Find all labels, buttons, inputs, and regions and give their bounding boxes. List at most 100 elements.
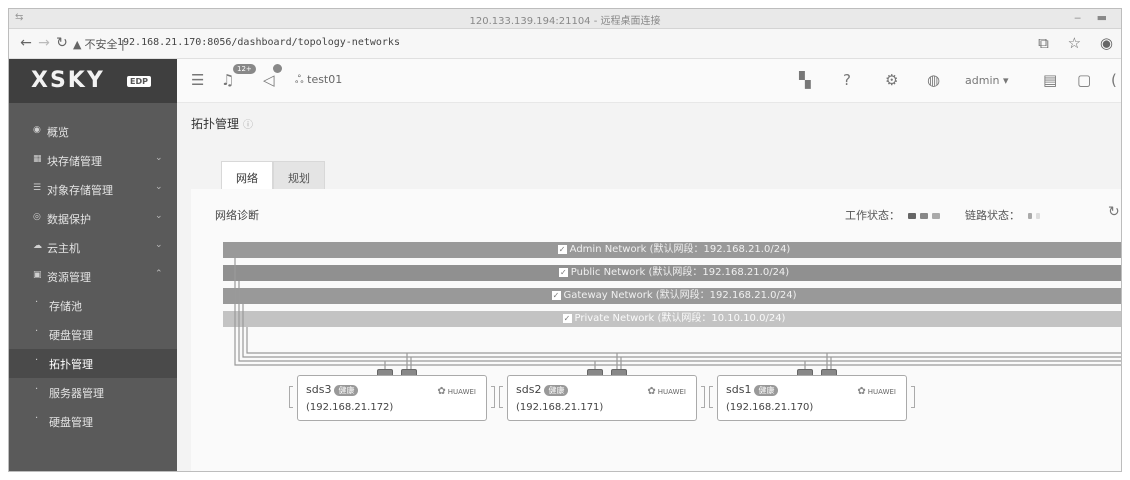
server-node-sds1[interactable]: sds1 健康 (192.168.21.170) ✿ HUAWEI [709, 375, 915, 421]
sidebar-item-label: 对象存储管理 [47, 184, 113, 197]
security-label: 不安全 [84, 38, 118, 51]
object-storage-icon: ☰ [33, 183, 42, 193]
bullet-icon: · [35, 384, 39, 395]
vendor-logo: ✿ HUAWEI [647, 386, 686, 397]
sidebar-item-storage-pool[interactable]: · 存储池 [9, 291, 177, 320]
sidebar-item-data-protection[interactable]: ◎ 数据保护 ⌄ [9, 204, 177, 233]
node-name-text: sds1 [726, 383, 752, 396]
bullet-icon: · [35, 355, 39, 366]
help-icon[interactable]: ? [843, 71, 851, 89]
user-icon: ஃ [295, 73, 308, 86]
node-bracket [491, 386, 495, 408]
admin-menu[interactable]: admin ▾ [965, 74, 1009, 87]
user-label: test01 [307, 73, 343, 86]
logo-badge: EDP [127, 76, 151, 87]
sidebar-item-label: 拓扑管理 [49, 358, 93, 371]
bell-icon[interactable]: ♫ [221, 71, 234, 89]
browser-toolbar: ← → ↻ ▲ 不安全 | 192.168.21.170:8056/dashboa… [9, 29, 1121, 59]
export-icon[interactable]: ▢ [1077, 71, 1091, 89]
bullet-icon: · [35, 413, 39, 424]
speaker-badge [273, 64, 282, 73]
more-icon[interactable]: ( [1111, 71, 1117, 89]
vendor-logo: ✿ HUAWEI [857, 386, 896, 397]
huawei-flower-icon: ✿ [647, 386, 656, 397]
bookmark-star-icon[interactable]: ☆ [1068, 34, 1081, 52]
window-controls[interactable]: ‒ ▬ [1074, 11, 1113, 24]
sidebar-menu: ◉ 概览 ▦ 块存储管理 ⌄ ☰ 对象存储管理 ⌄ ◎ 数据保护 ⌄ ☁ 云主机 [9, 117, 177, 436]
alerts-badge: 12+ [233, 64, 256, 74]
node-bracket [701, 386, 705, 408]
health-badge: 健康 [544, 384, 569, 396]
node-bracket [499, 386, 503, 408]
browser-actions: ⧉ ☆ ◉ [1024, 34, 1113, 52]
sidebar-item-resource-management[interactable]: ▣ 资源管理 ⌃ [9, 262, 177, 291]
sidebar-item-server-management[interactable]: · 服务器管理 [9, 378, 177, 407]
node-bracket [709, 386, 713, 408]
bullet-icon: · [35, 326, 39, 337]
node-bracket [911, 386, 915, 408]
chevron-down-icon: ⌄ [155, 211, 163, 221]
chevron-down-icon: ⌄ [155, 240, 163, 250]
server-node-sds2[interactable]: sds2 健康 (192.168.21.171) ✿ HUAWEI [499, 375, 705, 421]
chevron-down-icon: ⌄ [155, 153, 163, 163]
settings-gear-icon[interactable]: ⚙ [885, 71, 898, 89]
app-header: ☰ ♫ 12+ ◁ ஃ test01 ▚ ? ⚙ ◍ admin ▾ ▤ ▢ ( [177, 59, 1121, 103]
node-name: sds2 健康 [516, 383, 569, 396]
data-protection-icon: ◎ [33, 212, 41, 222]
sidebar-item-overview[interactable]: ◉ 概览 [9, 117, 177, 146]
node-ip: (192.168.21.171) [516, 402, 604, 413]
sidebar-item-disk-management[interactable]: · 硬盘管理 [9, 320, 177, 349]
document-icon[interactable]: ▤ [1043, 71, 1057, 89]
forward-arrow-icon[interactable]: → [35, 35, 53, 51]
speaker-icon[interactable]: ◁ [263, 71, 275, 89]
reload-icon[interactable]: ↻ [53, 35, 71, 51]
sidebar-item-cloud-host[interactable]: ☁ 云主机 ⌄ [9, 233, 177, 262]
sidebar-item-label: 硬盘管理 [49, 416, 93, 429]
warning-icon: ▲ [73, 38, 82, 51]
server-node-sds3[interactable]: sds3 健康 (192.168.21.172) ✿ HUAWEI [289, 375, 495, 421]
qr-code-icon[interactable]: ▚ [799, 71, 811, 89]
node-name-text: sds3 [306, 383, 332, 396]
profile-icon[interactable]: ◉ [1100, 34, 1113, 52]
translate-icon[interactable]: ⧉ [1038, 34, 1049, 52]
sidebar-item-disk-management-2[interactable]: · 硬盘管理 [9, 407, 177, 436]
chevron-down-icon: ⌄ [155, 182, 163, 192]
main-content: 拓扑管理 ⓘ 网络 规划 网络诊断 工作状态： 链路状态： ↻ ✓ Admin Net… [177, 103, 1121, 471]
sidebar-item-label: 资源管理 [47, 271, 91, 284]
remote-desktop-window: ⇆ 120.133.139.194:21104 - 远程桌面连接 ‒ ▬ ← →… [8, 8, 1122, 472]
sidebar-item-label: 数据保护 [47, 213, 91, 226]
sidebar-item-label: 服务器管理 [49, 387, 104, 400]
menu-toggle-icon[interactable]: ☰ [191, 71, 204, 89]
sidebar: XSKY EDP ◉ 概览 ▦ 块存储管理 ⌄ ☰ 对象存储管理 ⌄ ◎ 数据保… [9, 59, 177, 471]
node-ip: (192.168.21.172) [306, 402, 394, 413]
brand-logo[interactable]: XSKY EDP [9, 59, 177, 103]
resource-management-icon: ▣ [33, 270, 42, 280]
health-badge: 健康 [754, 384, 779, 396]
sidebar-item-label: 硬盘管理 [49, 329, 93, 342]
url-field[interactable]: 192.168.21.170:8056/dashboard/topology-n… [117, 37, 400, 48]
sidebar-item-object-storage[interactable]: ☰ 对象存储管理 ⌄ [9, 175, 177, 204]
node-name: sds3 健康 [306, 383, 359, 396]
window-titlebar: ⇆ 120.133.139.194:21104 - 远程桌面连接 ‒ ▬ [9, 9, 1121, 29]
sidebar-item-block-storage[interactable]: ▦ 块存储管理 ⌄ [9, 146, 177, 175]
vendor-text: HUAWEI [657, 388, 686, 396]
node-name-text: sds2 [516, 383, 542, 396]
back-arrow-icon[interactable]: ← [17, 35, 35, 51]
sidebar-item-topology[interactable]: · 拓扑管理 [9, 349, 177, 378]
sidebar-item-label: 概览 [47, 126, 69, 139]
block-storage-icon: ▦ [33, 154, 42, 164]
window-title: 120.133.139.194:21104 - 远程桌面连接 [469, 16, 661, 27]
vendor-text: HUAWEI [447, 388, 476, 396]
vendor-logo: ✿ HUAWEI [437, 386, 476, 397]
logo-text: XSKY [31, 68, 105, 93]
huawei-flower-icon: ✿ [437, 386, 446, 397]
node-bracket [289, 386, 293, 408]
health-badge: 健康 [334, 384, 359, 396]
bullet-icon: · [35, 297, 39, 308]
project-user[interactable]: ஃ test01 [295, 73, 342, 88]
globe-icon[interactable]: ◍ [927, 71, 940, 89]
chevron-up-icon: ⌃ [155, 269, 163, 279]
sidebar-item-label: 块存储管理 [47, 155, 102, 168]
node-name: sds1 健康 [726, 383, 779, 396]
sidebar-item-label: 存储池 [49, 300, 82, 313]
